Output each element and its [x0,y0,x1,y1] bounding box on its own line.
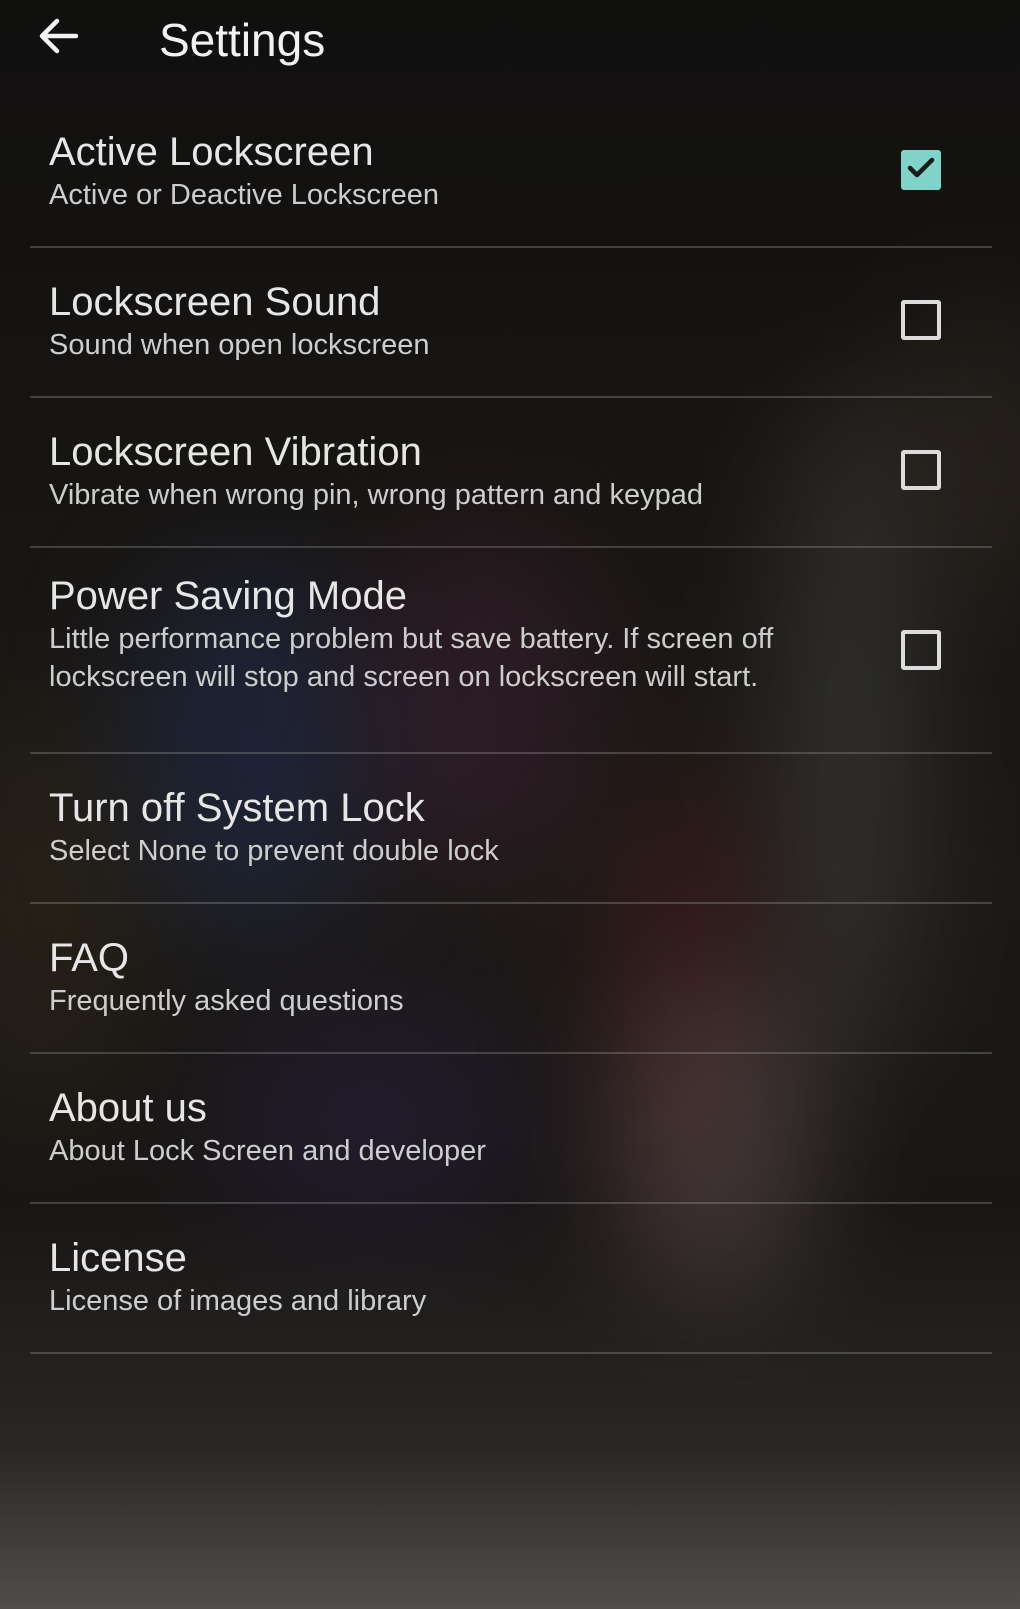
lockscreen-sound-checkbox[interactable] [901,300,941,340]
setting-subtitle: Sound when open lockscreen [49,329,430,361]
arrow-left-icon [38,18,79,59]
setting-about-us[interactable]: About us About Lock Screen and developer [30,1054,992,1204]
setting-subtitle: Frequently asked questions [49,985,404,1017]
setting-text: Power Saving Mode Little performance pro… [49,572,842,696]
setting-subtitle: License of images and library [49,1285,427,1317]
setting-title: Turn off System Lock [49,786,425,830]
setting-subtitle: Active or Deactive Lockscreen [49,179,440,211]
setting-subtitle: Little performance problem but save batt… [49,623,774,693]
setting-title: Power Saving Mode [49,574,407,618]
setting-subtitle: Vibrate when wrong pin, wrong pattern an… [49,479,704,511]
setting-lockscreen-vibration[interactable]: Lockscreen Vibration Vibrate when wrong … [30,398,992,548]
settings-list: Active Lockscreen Active or Deactive Loc… [30,98,992,1354]
checkmark-icon [907,156,935,185]
power-saving-mode-checkbox[interactable] [901,630,941,670]
setting-text: License License of images and library [49,1234,842,1320]
setting-title: Lockscreen Vibration [49,430,422,474]
setting-license[interactable]: License License of images and library [30,1204,992,1354]
settings-screen: Settings Active Lockscreen Active or Dea… [0,0,1020,1609]
setting-turn-off-system-lock[interactable]: Turn off System Lock Select None to prev… [30,754,992,904]
setting-title: About us [49,1086,207,1130]
setting-faq[interactable]: FAQ Frequently asked questions [30,904,992,1054]
setting-title: FAQ [49,936,130,980]
setting-title: Lockscreen Sound [49,280,381,324]
setting-title: License [49,1236,187,1280]
setting-text: FAQ Frequently asked questions [49,934,842,1020]
setting-subtitle: Select None to prevent double lock [49,835,499,867]
setting-text: Active Lockscreen Active or Deactive Loc… [49,128,842,214]
toolbar: Settings [0,0,1020,84]
setting-text: Lockscreen Sound Sound when open lockscr… [49,278,842,364]
setting-text: About us About Lock Screen and developer [49,1084,842,1170]
page-title: Settings [159,14,326,66]
active-lockscreen-checkbox[interactable] [901,150,941,190]
setting-subtitle: About Lock Screen and developer [49,1135,486,1167]
setting-lockscreen-sound[interactable]: Lockscreen Sound Sound when open lockscr… [30,248,992,398]
setting-text: Lockscreen Vibration Vibrate when wrong … [49,428,972,514]
lockscreen-vibration-checkbox[interactable] [901,450,941,490]
setting-text: Turn off System Lock Select None to prev… [49,784,842,870]
back-button[interactable] [30,10,86,66]
setting-power-saving-mode[interactable]: Power Saving Mode Little performance pro… [30,548,992,754]
setting-active-lockscreen[interactable]: Active Lockscreen Active or Deactive Loc… [30,98,992,248]
setting-title: Active Lockscreen [49,130,374,174]
